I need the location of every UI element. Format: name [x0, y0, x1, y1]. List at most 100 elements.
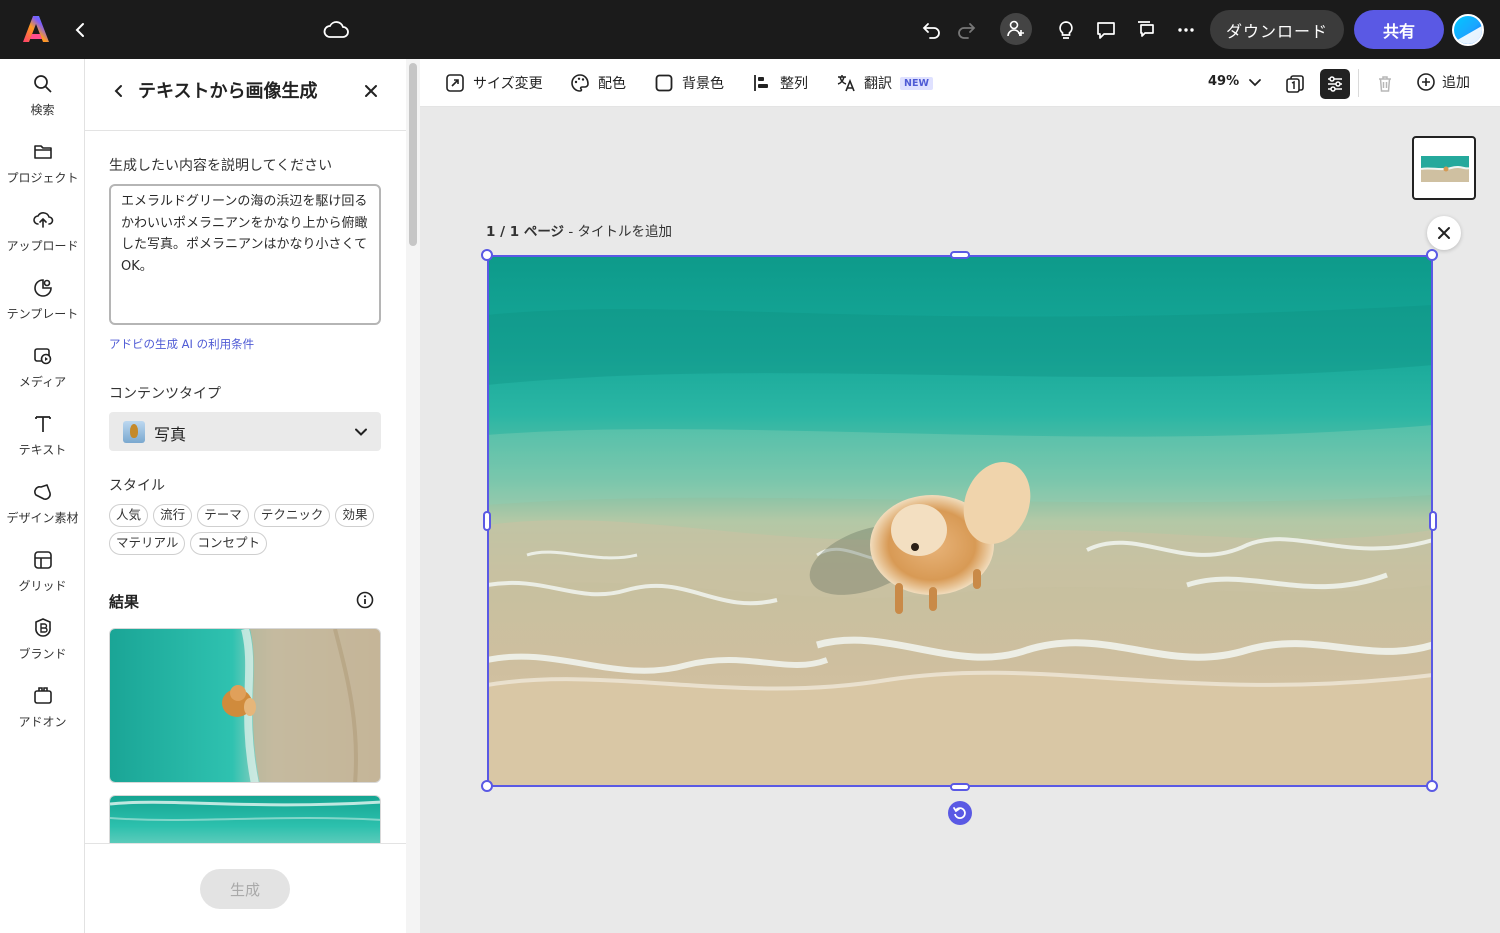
upload-icon — [32, 212, 53, 228]
resize-handle-top-right[interactable] — [1426, 249, 1438, 261]
rail-label: メディア — [18, 375, 67, 389]
deselect-close-button[interactable] — [1427, 216, 1461, 250]
trash-icon — [1379, 76, 1391, 92]
shapes-icon — [33, 484, 51, 500]
adobe-express-logo-icon[interactable] — [22, 14, 50, 44]
page-number: 1 / 1 ページ — [486, 224, 565, 240]
panel-title: テキストから画像生成 — [138, 81, 318, 102]
panel-header: テキストから画像生成 — [85, 59, 406, 131]
left-rail: 検索 プロジェクト アップロード テンプレート メディア テキスト デザイン素材… — [0, 59, 85, 933]
back-icon[interactable] — [70, 18, 90, 42]
add-button[interactable]: 追加 — [1416, 72, 1470, 92]
add-user-icon — [1007, 20, 1024, 37]
rail-item-search[interactable]: 検索 — [0, 73, 85, 133]
rail-label: ブランド — [18, 647, 67, 661]
page-thumbnail[interactable] — [1412, 136, 1476, 200]
rail-item-templates[interactable]: テンプレート — [0, 277, 85, 337]
background-color-button[interactable]: 背景色 — [654, 72, 724, 94]
rail-item-media[interactable]: メディア — [0, 345, 85, 405]
prompt-input[interactable]: エメラルドグリーンの海の浜辺を駆け回るかわいいポメラニアンをかなり上から俯瞰した… — [109, 184, 381, 325]
color-scheme-button[interactable]: 配色 — [570, 72, 626, 94]
rail-item-grid[interactable]: グリッド — [0, 549, 85, 609]
rail-item-addons[interactable]: アドオン — [0, 685, 85, 745]
rail-label: プロジェクト — [6, 171, 79, 185]
style-chip[interactable]: テーマ — [197, 504, 249, 527]
resize-handle-bottom-left[interactable] — [481, 780, 493, 792]
resize-handle-top-left[interactable] — [481, 249, 493, 261]
resize-handle-bottom-right[interactable] — [1426, 780, 1438, 792]
style-chip[interactable]: 人気 — [109, 504, 149, 527]
comment-icon[interactable] — [1091, 15, 1121, 45]
undo-icon[interactable] — [917, 15, 947, 45]
style-chip[interactable]: テクニック — [253, 504, 331, 527]
rail-item-upload[interactable]: アップロード — [0, 209, 85, 269]
addon-icon — [33, 687, 52, 704]
search-icon — [33, 75, 52, 93]
resize-button[interactable]: サイズ変更 — [445, 72, 543, 94]
selection-border — [487, 255, 1433, 787]
invite-user-button[interactable] — [1000, 13, 1032, 45]
resize-handle-left[interactable] — [483, 511, 491, 531]
add-label: 追加 — [1442, 75, 1470, 91]
translate-button[interactable]: 翻訳 NEW — [836, 72, 933, 94]
canvas-toolbar: サイズ変更 配色 背景色 整列 翻訳 NEW 49% 追加 — [420, 59, 1500, 107]
content-type-select[interactable]: 写真 — [109, 412, 381, 451]
rail-item-brand[interactable]: ブランド — [0, 617, 85, 677]
share-button[interactable]: 共有 — [1354, 10, 1444, 49]
zoom-level[interactable]: 49% — [1208, 74, 1239, 89]
close-icon — [1438, 227, 1450, 239]
align-icon — [754, 75, 768, 91]
results-title: 結果 — [109, 593, 140, 611]
media-icon — [33, 348, 51, 365]
zoom-chevron-down-icon[interactable] — [1248, 75, 1262, 89]
avatar[interactable] — [1452, 14, 1484, 46]
download-button[interactable]: ダウンロード — [1210, 10, 1344, 49]
lightbulb-icon[interactable] — [1051, 15, 1081, 45]
background-icon — [655, 74, 673, 92]
resize-handle-right[interactable] — [1429, 511, 1437, 531]
rail-item-projects[interactable]: プロジェクト — [0, 141, 85, 201]
brand-icon — [34, 618, 51, 637]
page-label[interactable]: 1 / 1 ページ - タイトルを追加 — [486, 220, 672, 240]
generate-button[interactable]: 生成 — [200, 869, 290, 909]
align-button[interactable]: 整列 — [752, 72, 808, 94]
result-image-1-photo — [110, 629, 380, 782]
more-icon[interactable] — [1171, 15, 1201, 45]
top-bar: ダウンロード 共有 — [0, 0, 1500, 59]
delete-button[interactable] — [1370, 69, 1400, 99]
grid-icon — [33, 551, 52, 569]
rail-item-design-assets[interactable]: デザイン素材 — [0, 481, 85, 541]
cloud-icon[interactable] — [322, 17, 350, 43]
adjust-icon — [1328, 76, 1342, 92]
resize-handle-top[interactable] — [950, 251, 970, 259]
selected-image[interactable] — [481, 249, 1438, 825]
template-icon — [33, 279, 52, 297]
style-chip[interactable]: 効果 — [335, 504, 375, 527]
panel-scrollbar[interactable] — [406, 59, 420, 933]
result-image-1[interactable] — [109, 628, 381, 783]
panel-back-icon[interactable] — [109, 81, 129, 101]
scrollbar-thumb[interactable] — [409, 63, 417, 246]
text-to-image-panel: テキストから画像生成 生成したい内容を説明してください エメラルドグリーンの海の… — [85, 59, 420, 933]
rail-label: アドオン — [18, 715, 67, 729]
rotate-handle[interactable] — [948, 801, 972, 825]
info-icon[interactable] — [355, 590, 375, 610]
add-circle-icon — [1417, 73, 1435, 91]
style-label: スタイル — [109, 478, 165, 494]
layers-button[interactable] — [1280, 69, 1310, 99]
style-chip[interactable]: マテリアル — [109, 532, 186, 555]
present-icon[interactable] — [1131, 15, 1161, 45]
panel-close-icon[interactable] — [361, 81, 381, 101]
style-chip[interactable]: 流行 — [153, 504, 193, 527]
terms-link[interactable]: アドビの生成 AI の利用条件 — [109, 336, 254, 352]
redo-icon[interactable] — [951, 15, 981, 45]
adjust-button[interactable] — [1320, 69, 1350, 99]
rotate-icon — [953, 807, 966, 819]
translate-icon — [837, 75, 855, 92]
rail-label: テンプレート — [6, 307, 79, 321]
resize-handle-bottom[interactable] — [950, 783, 970, 791]
rail-item-text[interactable]: テキスト — [0, 413, 85, 473]
page-title-placeholder[interactable]: - タイトルを追加 — [564, 224, 672, 240]
style-chip[interactable]: コンセプト — [190, 532, 267, 555]
prompt-label: 生成したい内容を説明してください — [109, 158, 333, 174]
